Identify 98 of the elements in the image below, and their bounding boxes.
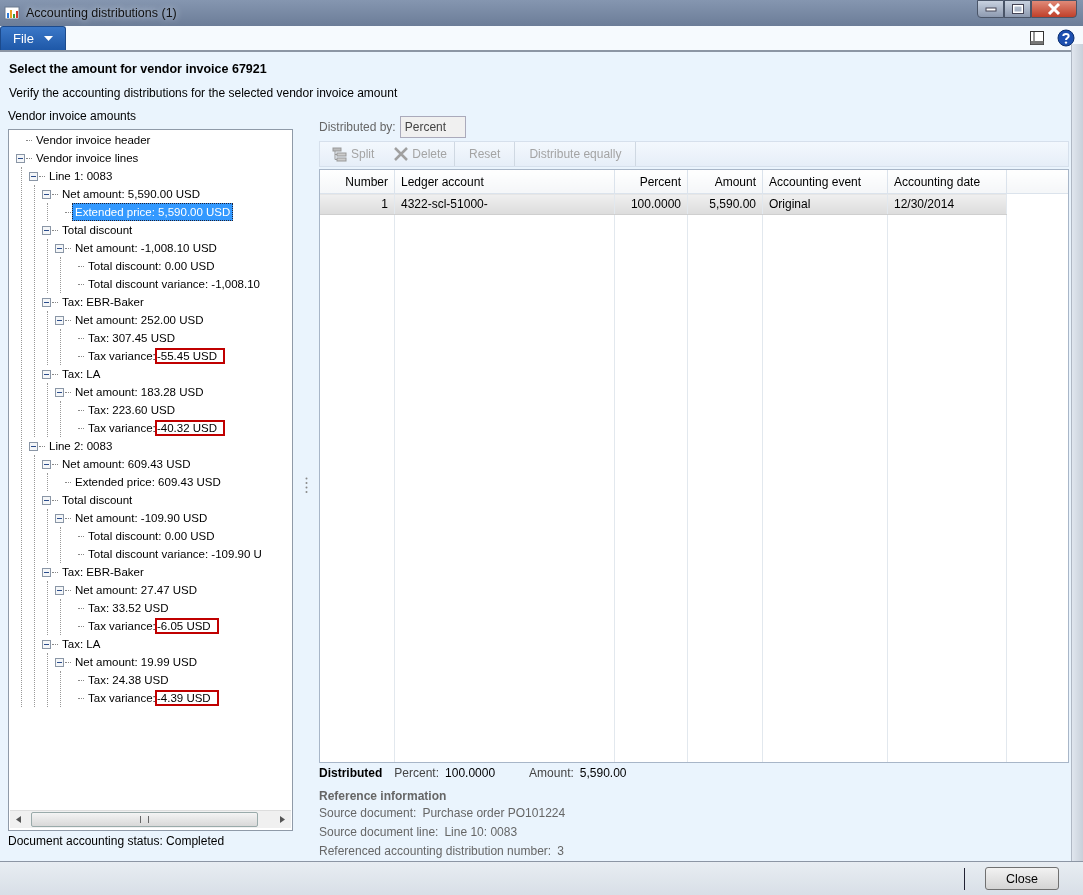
distributed-title: Distributed <box>319 766 383 780</box>
tree-item[interactable]: Tax: 307.45 USD <box>85 329 178 347</box>
page-description: Verify the accounting distributions for the selected vendor invoice amount <box>9 86 399 102</box>
table-cell: 4322-scl-51000- <box>394 193 615 215</box>
collapse-icon[interactable] <box>42 495 51 505</box>
horizontal-scrollbar[interactable] <box>10 810 291 828</box>
collapse-icon[interactable] <box>55 315 64 325</box>
tree-item[interactable]: Tax variance:-4.39 USD <box>85 689 222 707</box>
accounting-status: Document accounting status: Completed <box>8 834 226 848</box>
tree-item[interactable]: Net amount: 19.99 USD <box>72 653 201 671</box>
tree-item[interactable]: Line 1: 0083 <box>46 167 116 185</box>
highlight-box: -40.32 USD <box>154 420 226 436</box>
tree-item[interactable]: Net amount: 5,590.00 USD <box>59 185 204 203</box>
tree-item[interactable]: Tax: 223.60 USD <box>85 401 178 419</box>
delete-icon <box>393 146 410 162</box>
tree-item[interactable]: Net amount: 27.47 USD <box>72 581 201 599</box>
summary-label: Percent: <box>394 766 440 780</box>
tree-item[interactable]: Tax variance:-6.05 USD <box>85 617 222 635</box>
collapse-icon[interactable] <box>55 513 64 523</box>
collapse-icon[interactable] <box>55 657 64 667</box>
tree-item[interactable]: Tax: 33.52 USD <box>85 599 172 617</box>
distributed-by-label: Distributed by: <box>319 120 396 134</box>
tree-item[interactable]: Extended price: 609.43 USD <box>72 473 224 491</box>
scroll-right-icon[interactable] <box>280 816 285 823</box>
file-menu-button[interactable]: File <box>0 26 66 50</box>
reference-value: Purchase order PO101224 <box>422 805 566 822</box>
help-icon[interactable] <box>1057 29 1075 47</box>
collapse-icon[interactable] <box>29 171 38 181</box>
reference-label: Source document: <box>319 805 417 822</box>
tree-heading: Vendor invoice amounts <box>8 109 138 125</box>
page-heading: Select the amount for vendor invoice 67921 <box>9 62 268 78</box>
highlight-box: -6.05 USD <box>154 618 219 634</box>
window-title: Accounting distributions (1) <box>26 6 177 20</box>
tree-item[interactable]: Tax: LA <box>59 365 104 383</box>
reference-label: Referenced accounting distribution number: <box>319 843 552 860</box>
summary-value: 100.0000 <box>445 766 496 780</box>
collapse-icon[interactable] <box>55 585 64 595</box>
tree-item[interactable]: Tax: 24.38 USD <box>85 671 172 689</box>
reference-value: Line 10: 0083 <box>444 824 518 841</box>
column-header[interactable]: Accounting date <box>887 170 1007 194</box>
tree-item[interactable]: Tax: EBR-Baker <box>59 293 147 311</box>
tree-item[interactable]: Total discount: 0.00 USD <box>85 527 218 545</box>
collapse-icon[interactable] <box>42 369 51 379</box>
tree-item[interactable]: Total discount <box>59 491 136 509</box>
minimize-button[interactable] <box>977 0 1004 18</box>
tree-item[interactable]: Total discount: 0.00 USD <box>85 257 218 275</box>
summary-label: Amount: <box>529 766 574 780</box>
layout-icon[interactable] <box>1029 30 1045 46</box>
highlight-box: -55.45 USD <box>154 348 226 364</box>
split-icon <box>332 146 348 162</box>
tree-item[interactable]: Vendor invoice header <box>33 131 154 149</box>
splitter-handle[interactable] <box>304 476 308 494</box>
tree-item[interactable]: Total discount <box>59 221 136 239</box>
grid-row[interactable]: 1 4322-scl-51000- 100.0000 5,590.00 Original 12/30/2014 <box>320 193 1068 215</box>
collapse-icon[interactable] <box>42 567 51 577</box>
maximize-button[interactable] <box>1004 0 1031 18</box>
highlight-box: -4.39 USD <box>154 690 219 706</box>
collapse-icon[interactable] <box>42 225 51 235</box>
tree-item[interactable]: Tax variance:-55.45 USD <box>85 347 229 365</box>
tree-item[interactable]: Net amount: 609.43 USD <box>59 455 194 473</box>
tree-item[interactable]: Tax: EBR-Baker <box>59 563 147 581</box>
reference-title: Reference information <box>319 789 448 804</box>
tree-item[interactable]: Net amount: 183.28 USD <box>72 383 207 401</box>
tree-item[interactable]: Total discount variance: -1,008.10 <box>85 275 263 293</box>
collapse-icon[interactable] <box>42 297 51 307</box>
tree-item[interactable]: Net amount: 252.00 USD <box>72 311 207 329</box>
collapse-icon[interactable] <box>42 639 51 649</box>
tree-item[interactable]: Net amount: -109.90 USD <box>72 509 211 527</box>
collapse-icon[interactable] <box>55 243 64 253</box>
collapse-icon[interactable] <box>42 189 51 199</box>
app-icon <box>4 5 20 21</box>
column-header[interactable]: Percent <box>614 170 688 194</box>
collapse-icon[interactable] <box>29 441 38 451</box>
column-header[interactable]: Amount <box>687 170 763 194</box>
reference-value: 3 <box>557 843 564 860</box>
collapse-icon[interactable] <box>55 387 64 397</box>
tree-item[interactable]: Line 2: 0083 <box>46 437 116 455</box>
tree-item[interactable]: Net amount: -1,008.10 USD <box>72 239 220 257</box>
scroll-left-icon[interactable] <box>16 816 21 823</box>
maximize-icon <box>1011 4 1024 14</box>
tree-item[interactable]: Tax variance:-40.32 USD <box>85 419 229 437</box>
tree-item[interactable]: Total discount variance: -109.90 U <box>85 545 265 563</box>
tree-item[interactable]: Tax: LA <box>59 635 104 653</box>
collapse-icon[interactable] <box>42 459 51 469</box>
close-button[interactable] <box>1031 0 1077 18</box>
column-header[interactable]: Accounting event <box>762 170 888 194</box>
close-icon <box>1047 3 1061 15</box>
column-header[interactable]: Ledger account <box>394 170 615 194</box>
summary-value: 5,590.00 <box>579 766 627 780</box>
minimize-icon <box>984 6 997 12</box>
caret-icon <box>43 36 53 41</box>
column-header[interactable]: Number <box>320 170 395 194</box>
table-cell: 1 <box>320 193 395 215</box>
reference-label: Source document line: <box>319 824 439 841</box>
tree-item[interactable]: Vendor invoice lines <box>33 149 142 167</box>
distributed-by-field[interactable]: Percent <box>399 116 466 138</box>
collapse-icon[interactable] <box>16 153 25 163</box>
close-button[interactable]: Close <box>985 867 1059 890</box>
